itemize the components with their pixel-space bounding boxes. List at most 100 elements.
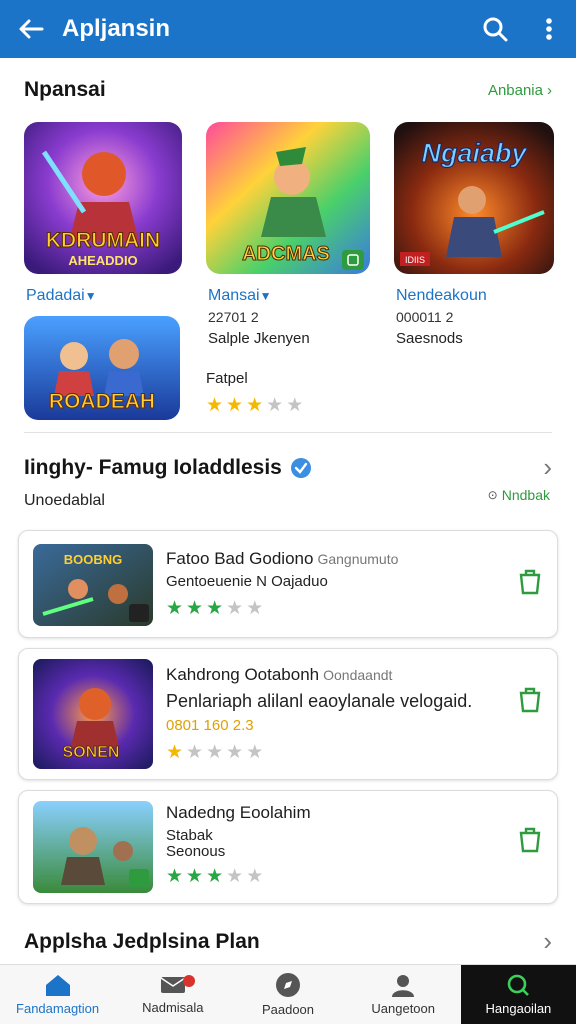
- app-card-title: Fatoo Bad Godiono Gangnumuto: [166, 549, 398, 569]
- app-card-stats: 0801 160 2.3: [166, 717, 254, 734]
- game-art-image: ROADEAH: [24, 316, 180, 420]
- app-card-desc: Penlariaph alilanl eaoylanale velogaid.: [166, 691, 473, 711]
- star-empty-icon: ★: [246, 598, 264, 619]
- section-header: Iinghy- Famug Ioladdlesis ›: [24, 452, 552, 483]
- tile-label-text: Padadai: [26, 287, 85, 304]
- section-header: Npansai Anbania ›: [24, 78, 552, 102]
- app-card-desc: Stabak: [166, 827, 213, 844]
- arrow-left-icon: [19, 19, 44, 39]
- search-icon: [483, 17, 508, 42]
- tile-caption: Fatpel: [206, 370, 248, 387]
- art-title: ROADEAH: [49, 390, 155, 413]
- star-filled-icon: ★: [166, 598, 184, 619]
- game-art-image: KDRUMAIN AHEADDIO: [24, 122, 182, 274]
- section-title: Iinghy- Famug Ioladdlesis: [24, 455, 282, 479]
- nav-label: Uangetoon: [371, 1001, 436, 1016]
- chevron-right-icon[interactable]: ›: [543, 926, 552, 957]
- nav-label: Fandamagtion: [16, 1001, 100, 1016]
- notification-badge: [183, 975, 196, 987]
- app-title-text: Nadedng Eoolahim: [166, 803, 311, 822]
- secondary-link-label: Nndbak: [501, 487, 550, 503]
- app-tile[interactable]: KDRUMAIN AHEADDIO: [24, 122, 182, 274]
- bottom-navigation: Fandamagtion Nadmisala Paadoon Uangetoon…: [0, 964, 576, 1024]
- app-tile[interactable]: ADCMAS: [206, 122, 370, 274]
- see-all-label: Anbania: [487, 81, 543, 99]
- caret-down-icon: ▼: [259, 289, 272, 303]
- star-filled-icon: ★: [206, 598, 224, 619]
- tile-meta: 000011 2: [396, 309, 454, 325]
- home-icon: [45, 975, 70, 996]
- shopping-bag-icon[interactable]: [517, 685, 543, 713]
- tile-label[interactable]: Nendeakoun: [396, 287, 487, 305]
- secondary-link[interactable]: ⊙ Nndbak: [488, 487, 550, 503]
- star-empty-icon: ★: [226, 598, 244, 619]
- compass-icon: [276, 973, 300, 997]
- star-filled-icon: ★: [166, 742, 184, 763]
- star-empty-icon: ★: [286, 395, 304, 416]
- section-title: Applsha Jedplsina Plan: [24, 929, 260, 953]
- art-title: ADCMAS: [242, 243, 330, 265]
- chevron-right-icon: ›: [547, 81, 552, 99]
- search-button[interactable]: [468, 0, 522, 58]
- tile-label[interactable]: Mansai▼: [208, 287, 271, 305]
- app-tile[interactable]: Ngaiaby IDIIS: [394, 122, 554, 274]
- see-all-link[interactable]: Anbania ›: [488, 82, 552, 99]
- game-art-image: ADCMAS: [206, 122, 370, 274]
- app-thumbnail: [33, 801, 153, 893]
- app-tile[interactable]: ROADEAH: [24, 316, 180, 420]
- more-options-button[interactable]: [522, 0, 576, 58]
- star-filled-icon: ★: [186, 598, 204, 619]
- nav-item-discover[interactable]: Paadoon: [230, 965, 345, 1024]
- art-title: Ngaiaby: [421, 138, 528, 168]
- app-card-desc: Gentoeuenie N Oajaduo: [166, 573, 328, 590]
- game-art-image: Ngaiaby IDIIS: [394, 122, 554, 274]
- shopping-bag-icon[interactable]: [517, 825, 543, 853]
- star-empty-icon: ★: [226, 866, 244, 887]
- back-button[interactable]: [0, 0, 62, 58]
- app-title-text: Fatoo Bad Godiono: [166, 549, 314, 568]
- developer-name: Oondaandt: [323, 667, 393, 683]
- app-card-desc: Seonous: [166, 843, 226, 860]
- app-card[interactable]: Nadedng Eoolahim Stabak Seonous ★ ★ ★ ★ ★: [18, 790, 558, 904]
- tile-label[interactable]: Padadai▼: [26, 287, 97, 305]
- star-filled-icon: ★: [246, 395, 264, 416]
- app-title-text: Kahdrong Ootabonh: [166, 665, 320, 684]
- star-rating: ★ ★ ★ ★ ★: [166, 867, 263, 887]
- nav-item-messages[interactable]: Nadmisala: [115, 965, 230, 1024]
- app-card-title: Nadedng Eoolahim: [166, 803, 311, 823]
- more-vert-icon: [546, 18, 552, 40]
- star-filled-icon: ★: [206, 866, 224, 887]
- app-card[interactable]: SONEN Kahdrong Ootabonh Oondaandt Penlari…: [18, 648, 558, 780]
- star-filled-icon: ★: [206, 395, 224, 416]
- nav-item-home[interactable]: Fandamagtion: [0, 965, 115, 1024]
- app-card[interactable]: BOOBNG Fatoo Bad Godiono Gangnumuto Gento…: [18, 530, 558, 638]
- nav-item-profile[interactable]: Uangetoon: [346, 965, 461, 1024]
- tile-meta: Saesnods: [396, 330, 463, 347]
- chevron-right-icon[interactable]: ›: [543, 452, 552, 483]
- star-rating: ★ ★ ★ ★ ★: [166, 743, 263, 763]
- divider: [24, 432, 552, 433]
- nav-label: Hangaoilan: [485, 1001, 552, 1016]
- nav-item-search[interactable]: Hangaoilan: [460, 965, 576, 1024]
- art-title: BOOBNG: [64, 552, 123, 567]
- developer-name: Gangnumuto: [317, 551, 399, 567]
- mail-icon: [160, 977, 186, 993]
- caret-down-icon: ▼: [84, 289, 97, 303]
- star-rating: ★ ★ ★ ★ ★: [166, 599, 263, 619]
- person-icon: [392, 975, 415, 997]
- art-subtitle: AHEADDIO: [68, 253, 137, 268]
- art-badge: IDIIS: [405, 255, 425, 265]
- tile-meta: Salple Jkenyen: [208, 330, 310, 347]
- search-icon: [508, 974, 530, 996]
- shopping-bag-icon[interactable]: [517, 567, 543, 595]
- art-title: SONEN: [63, 744, 120, 761]
- section-subtitle: Unoedablal: [24, 492, 105, 509]
- star-empty-icon: ★: [226, 742, 244, 763]
- nav-label: Nadmisala: [142, 1000, 204, 1015]
- tile-label-text: Mansai: [208, 287, 260, 304]
- app-bar: Apljansin: [0, 0, 576, 58]
- info-icon: ⊙: [487, 488, 498, 502]
- star-empty-icon: ★: [246, 866, 264, 887]
- star-rating: ★ ★ ★ ★ ★: [206, 396, 303, 416]
- nav-label: Paadoon: [261, 1002, 315, 1017]
